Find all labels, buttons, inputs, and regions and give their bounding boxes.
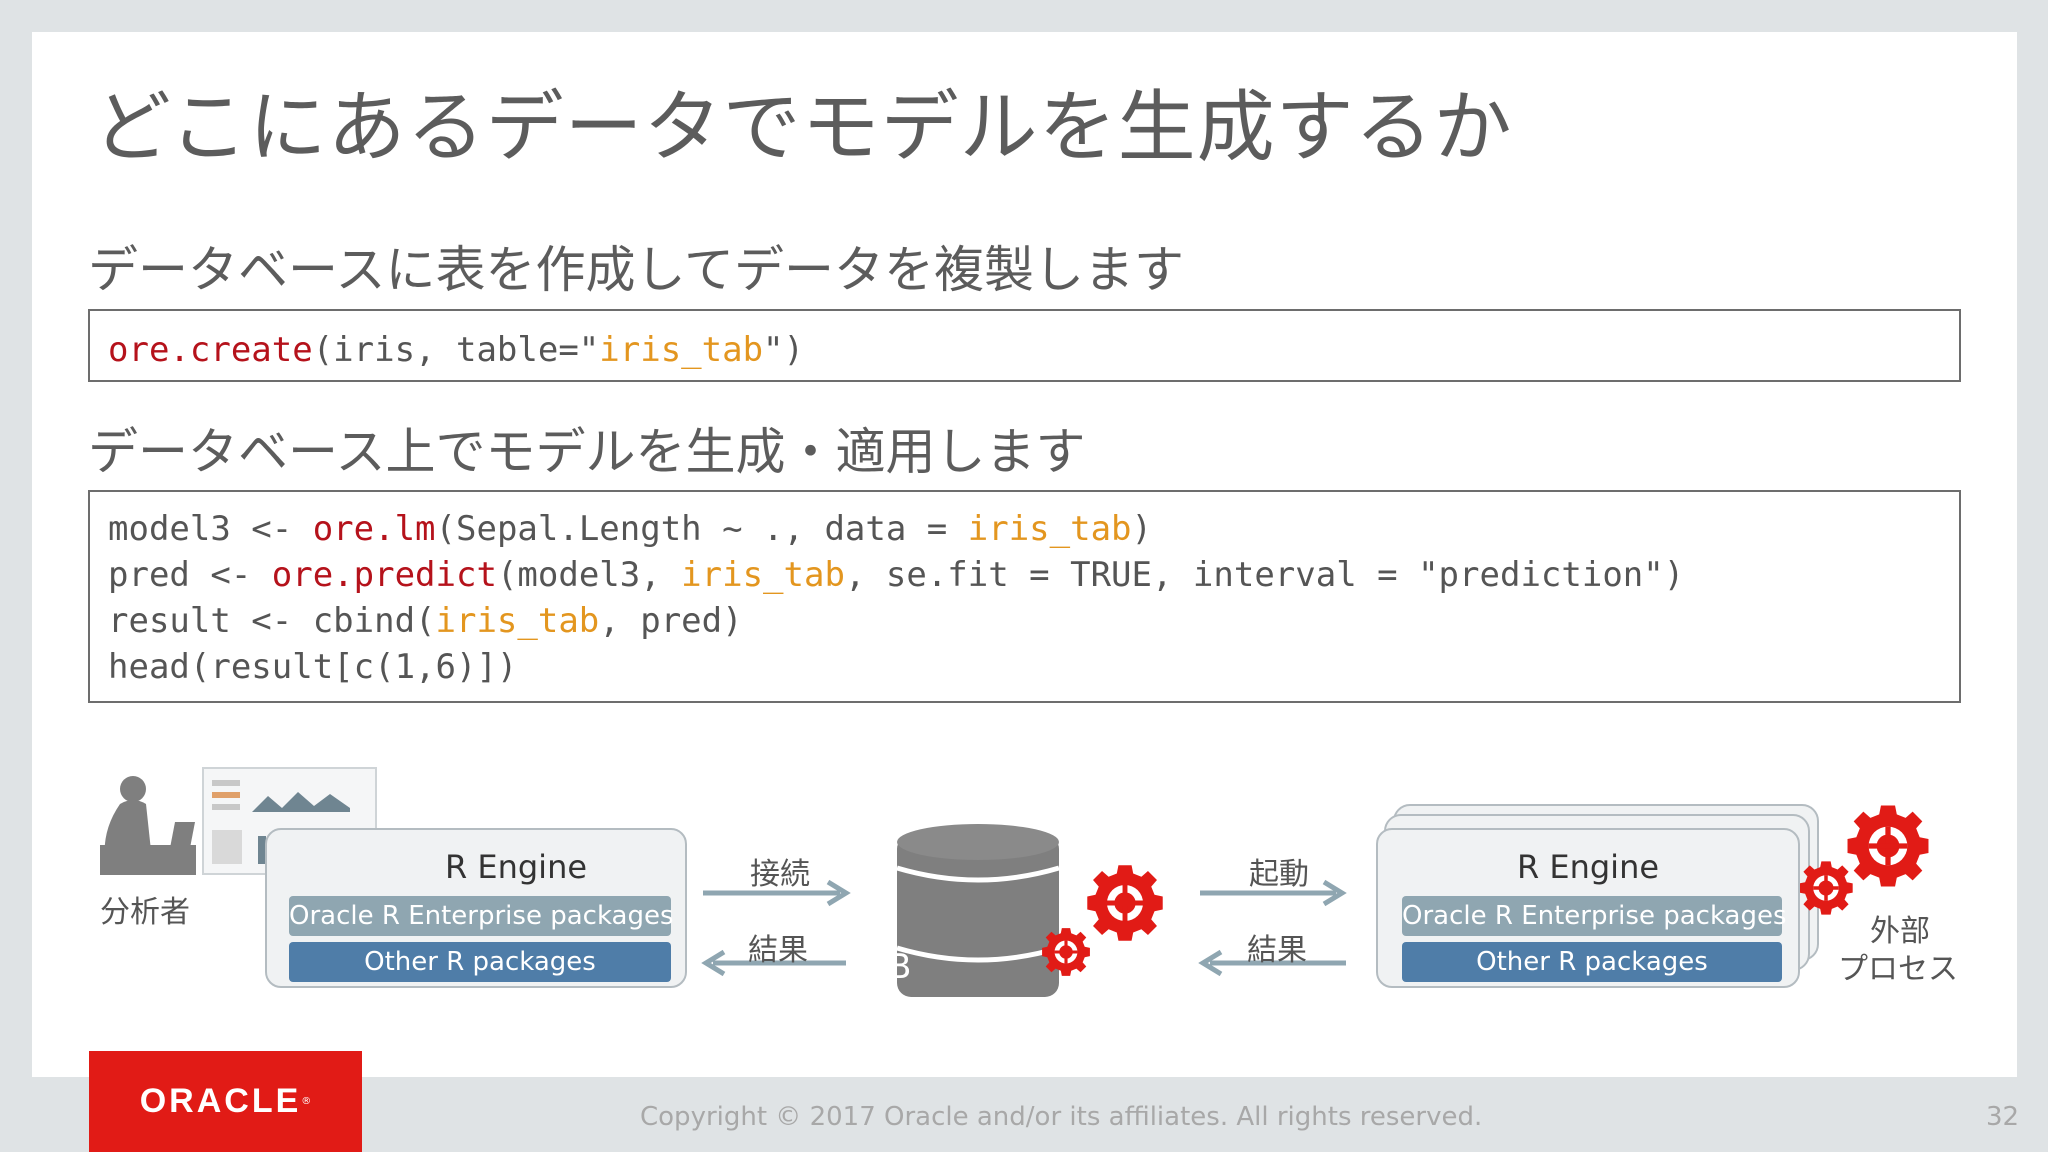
- code-text: pred <-: [108, 555, 272, 595]
- code-text: ): [1131, 509, 1152, 549]
- copyright-text: Copyright © 2017 Oracle and/or its affil…: [640, 1102, 1483, 1132]
- gear-icon: [1847, 805, 1929, 887]
- code-text: (iris, table=": [312, 330, 600, 370]
- code-line: result <- cbind(iris_tab, pred): [108, 598, 1959, 644]
- code-text: (Sepal.Length ~ ., data =: [435, 509, 968, 549]
- subhead-model-build: データベース上でモデルを生成・適用します: [88, 423, 1086, 481]
- code-function: ore.predict: [271, 555, 497, 595]
- gear-icon: [1042, 928, 1090, 976]
- code-line: pred <- ore.predict(model3, iris_tab, se…: [108, 552, 1959, 598]
- other-packages-bar: Other R packages: [1402, 942, 1782, 982]
- code-table-name: iris_tab: [599, 330, 764, 370]
- r-engine-panel-left: R Engine Oracle R Enterprise packages Ot…: [265, 828, 687, 988]
- panel-title: R Engine: [1516, 848, 1660, 886]
- result-label-right: 結果: [1247, 933, 1307, 968]
- code-table-name: iris_tab: [435, 601, 600, 641]
- launch-label: 起動: [1249, 857, 1309, 892]
- code-text: , pred): [599, 601, 743, 641]
- db-label: DB: [862, 947, 912, 987]
- code-text: "): [763, 330, 804, 370]
- other-packages-bar: Other R packages: [289, 942, 671, 982]
- code-table-name: iris_tab: [967, 509, 1132, 549]
- r-engine-panel-right: R Engine Oracle R Enterprise packages Ot…: [1376, 828, 1800, 988]
- code-line: model3 <- ore.lm(Sepal.Length ~ ., data …: [108, 506, 1959, 552]
- result-label-left: 結果: [748, 933, 808, 968]
- code-function: ore.lm: [312, 509, 436, 549]
- code-text: , se.fit = TRUE, interval = "prediction"…: [844, 555, 1685, 595]
- database-icon: [896, 824, 1060, 997]
- analyst-label: 分析者: [100, 895, 190, 930]
- gear-icon: [1799, 861, 1853, 915]
- oracle-logo: ORACLE ®: [89, 1051, 362, 1152]
- slide-title: どこにあるデータでモデルを生成するか: [93, 83, 1513, 173]
- gear-icon: [1087, 865, 1163, 941]
- code-text: model3 <-: [108, 509, 313, 549]
- code-line: ore.create(iris, table="iris_tab"): [108, 327, 1959, 373]
- external-process-label: プロセス: [1838, 952, 1958, 987]
- code-text: (model3,: [496, 555, 682, 595]
- subhead-create-table: データベースに表を作成してデータを複製します: [88, 241, 1184, 299]
- code-block-create: ore.create(iris, table="iris_tab"): [88, 309, 1961, 382]
- ore-packages-bar: Oracle R Enterprise packages: [1402, 896, 1787, 936]
- code-line: head(result[c(1,6)]): [108, 647, 518, 687]
- code-text: result <- cbind(: [108, 601, 436, 641]
- page-number: 32: [1986, 1102, 2020, 1132]
- code-block-model: model3 <- ore.lm(Sepal.Length ~ ., data …: [88, 490, 1961, 703]
- connect-label: 接続: [750, 857, 810, 892]
- code-function: ore.create: [108, 330, 313, 370]
- panel-title: R Engine: [444, 848, 588, 886]
- oracle-logo-text: ORACLE: [139, 1082, 302, 1120]
- code-table-name: iris_tab: [681, 555, 845, 595]
- ore-packages-bar: Oracle R Enterprise packages: [289, 896, 674, 936]
